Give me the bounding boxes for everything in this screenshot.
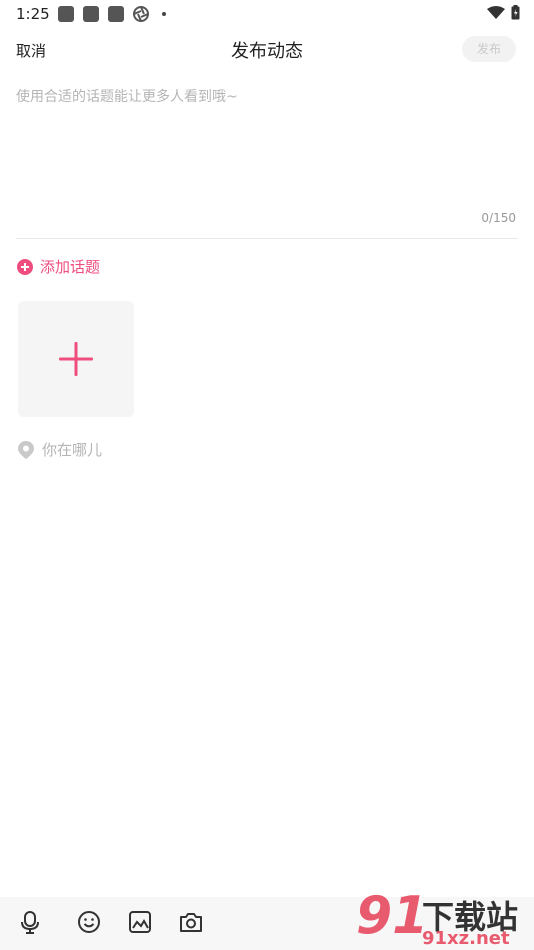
- wifi-icon: [487, 5, 505, 19]
- notification-icon: [83, 6, 99, 22]
- notification-icon: [108, 6, 124, 22]
- watermark-domain: 91xz.net: [422, 928, 510, 949]
- header: 取消 发布动态 发布: [0, 28, 534, 72]
- status-bar: 1:25: [0, 0, 534, 28]
- emoji-icon[interactable]: [76, 909, 102, 935]
- watermark-number: 91: [356, 886, 429, 946]
- location-label: 你在哪儿: [42, 441, 103, 459]
- add-topic-button[interactable]: 添加话题: [17, 256, 100, 277]
- site-watermark: 91 下载站 91xz.net: [356, 886, 526, 950]
- plus-icon: [59, 342, 93, 376]
- publish-button[interactable]: 发布: [462, 36, 516, 62]
- image-icon[interactable]: [127, 909, 153, 935]
- location-selector[interactable]: 你在哪儿: [18, 439, 102, 460]
- aperture-icon: [133, 6, 149, 22]
- divider: [16, 238, 518, 239]
- camera-icon[interactable]: [178, 909, 204, 935]
- character-counter: 0/150: [481, 211, 516, 225]
- add-image-button[interactable]: [18, 301, 134, 417]
- microphone-icon[interactable]: [17, 909, 43, 935]
- page-title: 发布动态: [231, 41, 303, 62]
- add-topic-label: 添加话题: [40, 258, 101, 276]
- location-pin-icon: [18, 440, 34, 459]
- post-text-input[interactable]: 使用合适的话题能让更多人看到哦~: [16, 86, 516, 216]
- plus-circle-icon: [17, 258, 33, 275]
- battery-icon: [511, 5, 520, 20]
- more-notifications-dot: [162, 12, 166, 16]
- notification-icon: [58, 6, 74, 22]
- status-time: 1:25: [16, 5, 50, 23]
